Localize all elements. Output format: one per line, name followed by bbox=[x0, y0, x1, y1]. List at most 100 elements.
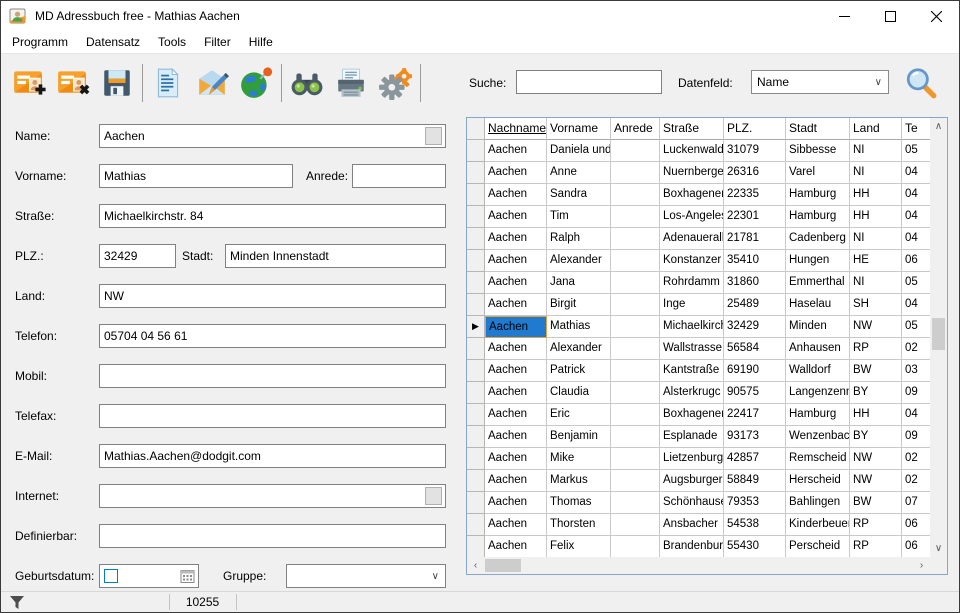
table-cell[interactable]: Birgit bbox=[547, 294, 611, 316]
table-cell[interactable]: 56584 bbox=[724, 338, 786, 360]
table-cell[interactable] bbox=[611, 514, 660, 536]
table-cell[interactable]: 22301 bbox=[724, 206, 786, 228]
land-input[interactable] bbox=[99, 284, 446, 308]
table-cell[interactable]: NI bbox=[850, 140, 902, 162]
table-cell[interactable]: Aachen bbox=[485, 206, 547, 228]
scroll-right-icon[interactable]: › bbox=[913, 557, 930, 574]
table-cell[interactable]: Thomas bbox=[547, 492, 611, 514]
row-selector[interactable] bbox=[467, 294, 485, 316]
table-cell[interactable]: Boxhagener bbox=[660, 184, 724, 206]
vorname-input[interactable] bbox=[99, 164, 293, 188]
table-cell[interactable]: Aachen bbox=[485, 426, 547, 448]
run-search-button[interactable] bbox=[904, 66, 938, 105]
row-selector[interactable] bbox=[467, 514, 485, 536]
table-cell[interactable] bbox=[611, 448, 660, 470]
table-cell[interactable]: NI bbox=[850, 162, 902, 184]
table-cell[interactable]: 90575 bbox=[724, 382, 786, 404]
table-cell[interactable]: Aachen bbox=[485, 184, 547, 206]
table-cell[interactable] bbox=[611, 140, 660, 162]
table-cell[interactable]: Eric bbox=[547, 404, 611, 426]
table-cell[interactable]: Brandenbur bbox=[660, 536, 724, 557]
table-cell[interactable]: 02 bbox=[902, 338, 930, 360]
table-cell[interactable]: Adenauerall bbox=[660, 228, 724, 250]
table-cell[interactable]: Mathias bbox=[547, 316, 611, 338]
table-cell[interactable]: Ansbacher bbox=[660, 514, 724, 536]
table-cell[interactable]: NI bbox=[850, 272, 902, 294]
column-header[interactable]: PLZ. bbox=[724, 118, 786, 140]
table-cell[interactable]: BW bbox=[850, 360, 902, 382]
scroll-down-icon[interactable]: ∨ bbox=[930, 540, 947, 557]
row-selector[interactable] bbox=[467, 338, 485, 360]
row-selector[interactable] bbox=[467, 492, 485, 514]
table-cell[interactable]: Wallstrasse bbox=[660, 338, 724, 360]
vertical-scrollbar[interactable]: ∧ ∨ bbox=[930, 118, 947, 557]
table-cell[interactable]: 22417 bbox=[724, 404, 786, 426]
table-cell[interactable] bbox=[611, 492, 660, 514]
row-selector[interactable] bbox=[467, 360, 485, 382]
table-cell[interactable]: Aachen bbox=[485, 536, 547, 557]
table-cell[interactable]: Thorsten bbox=[547, 514, 611, 536]
table-cell[interactable]: 79353 bbox=[724, 492, 786, 514]
table-cell[interactable]: SH bbox=[850, 294, 902, 316]
table-cell[interactable]: Anne bbox=[547, 162, 611, 184]
maximize-button[interactable] bbox=[867, 1, 913, 31]
table-cell[interactable]: Anhausen bbox=[786, 338, 850, 360]
column-header[interactable]: Anrede bbox=[611, 118, 660, 140]
table-cell[interactable]: 42857 bbox=[724, 448, 786, 470]
table-cell[interactable]: 21781 bbox=[724, 228, 786, 250]
table-cell[interactable]: 26316 bbox=[724, 162, 786, 184]
table-cell[interactable]: 02 bbox=[902, 448, 930, 470]
table-cell[interactable]: 35410 bbox=[724, 250, 786, 272]
table-cell[interactable]: Daniela und bbox=[547, 140, 611, 162]
table-cell[interactable]: Markus bbox=[547, 470, 611, 492]
write-email-button[interactable] bbox=[190, 63, 234, 103]
telefon-input[interactable] bbox=[99, 324, 446, 348]
table-cell[interactable]: 32429 bbox=[724, 316, 786, 338]
table-cell[interactable]: 06 bbox=[902, 536, 930, 557]
table-cell[interactable]: Mike bbox=[547, 448, 611, 470]
filter-icon[interactable] bbox=[9, 595, 25, 610]
table-cell[interactable]: Aachen bbox=[485, 404, 547, 426]
table-cell[interactable] bbox=[611, 360, 660, 382]
table-cell[interactable]: 09 bbox=[902, 426, 930, 448]
column-header[interactable]: Vorname bbox=[547, 118, 611, 140]
table-cell[interactable]: Bahlingen bbox=[786, 492, 850, 514]
row-selector[interactable] bbox=[467, 272, 485, 294]
table-cell[interactable]: Tim bbox=[547, 206, 611, 228]
table-cell[interactable]: 69190 bbox=[724, 360, 786, 382]
table-cell[interactable] bbox=[611, 228, 660, 250]
table-cell[interactable]: NI bbox=[850, 228, 902, 250]
table-cell[interactable]: Remscheid bbox=[786, 448, 850, 470]
table-cell[interactable]: Hamburg bbox=[786, 404, 850, 426]
table-cell[interactable]: 31079 bbox=[724, 140, 786, 162]
row-selector[interactable] bbox=[467, 404, 485, 426]
mobil-input[interactable] bbox=[99, 364, 446, 388]
table-cell[interactable]: Perscheid bbox=[786, 536, 850, 557]
gruppe-select[interactable]: ∨ bbox=[286, 564, 446, 588]
table-cell[interactable] bbox=[611, 294, 660, 316]
strasse-input[interactable] bbox=[99, 204, 446, 228]
table-cell[interactable]: Haselau bbox=[786, 294, 850, 316]
table-cell[interactable]: 55430 bbox=[724, 536, 786, 557]
table-cell[interactable]: Minden bbox=[786, 316, 850, 338]
add-record-button[interactable] bbox=[7, 63, 51, 103]
column-header[interactable]: Land bbox=[850, 118, 902, 140]
definierbar-input[interactable] bbox=[99, 524, 446, 548]
table-cell[interactable]: Wenzenbac bbox=[786, 426, 850, 448]
table-cell[interactable]: Benjamin bbox=[547, 426, 611, 448]
table-cell[interactable]: 05 bbox=[902, 272, 930, 294]
table-cell[interactable]: Aachen bbox=[485, 514, 547, 536]
table-cell[interactable]: 06 bbox=[902, 514, 930, 536]
table-cell[interactable]: Aachen bbox=[485, 470, 547, 492]
table-cell[interactable]: Aachen bbox=[485, 140, 547, 162]
table-cell[interactable]: Nuernberge bbox=[660, 162, 724, 184]
table-cell[interactable]: Lietzenburg bbox=[660, 448, 724, 470]
table-cell[interactable]: Kantstraße bbox=[660, 360, 724, 382]
table-cell[interactable]: HE bbox=[850, 250, 902, 272]
table-cell[interactable]: Aachen bbox=[485, 492, 547, 514]
table-cell[interactable]: NW bbox=[850, 316, 902, 338]
table-cell[interactable]: 09 bbox=[902, 382, 930, 404]
table-cell[interactable]: 58849 bbox=[724, 470, 786, 492]
table-cell[interactable]: Cadenberg bbox=[786, 228, 850, 250]
table-cell[interactable] bbox=[611, 206, 660, 228]
